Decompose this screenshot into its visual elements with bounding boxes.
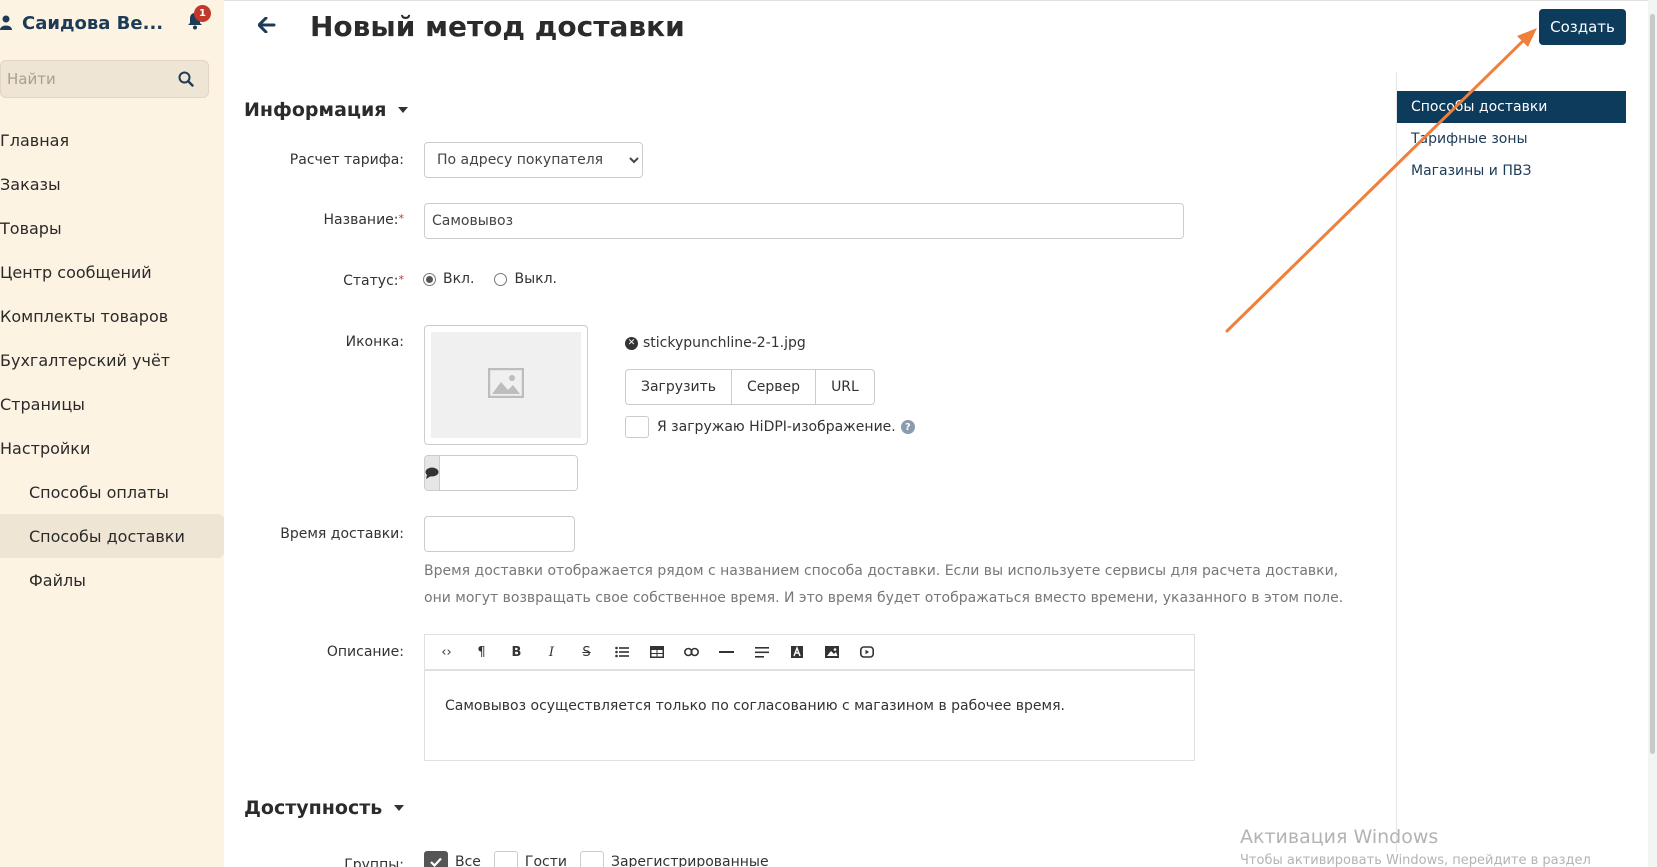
image-placeholder-icon <box>487 367 525 402</box>
horizontal-rule-icon[interactable] <box>709 637 744 667</box>
group-registered-checkbox[interactable] <box>579 851 604 867</box>
align-icon[interactable] <box>744 637 779 667</box>
windows-activation-watermark: Активация Windows Чтобы активировать Win… <box>1240 826 1591 867</box>
status-on-label[interactable]: Вкл. <box>443 271 474 287</box>
group-registered-label[interactable]: Зарегистрированные <box>611 854 769 867</box>
right-nav-tariff-zones[interactable]: Тарифные зоны <box>1397 123 1626 155</box>
name-input[interactable] <box>424 203 1184 239</box>
description-content[interactable]: Самовывоз осуществляется только по согла… <box>425 671 1194 741</box>
section-info-toggle[interactable]: Информация <box>244 99 409 121</box>
section-info-title: Информация <box>244 99 387 121</box>
top-divider <box>224 0 1657 1</box>
search-icon[interactable] <box>178 71 194 91</box>
windows-activation-subtitle: Чтобы активировать Windows, перейдите в … <box>1240 853 1591 867</box>
caret-down-icon <box>398 107 409 113</box>
name-label: Название:* <box>164 212 404 228</box>
status-radio-group: Вкл. Выкл. <box>423 271 577 287</box>
bullet-list-icon[interactable] <box>604 637 639 667</box>
icon-alt-input[interactable] <box>440 456 577 490</box>
strikethrough-icon[interactable]: S <box>569 637 604 667</box>
user-menu[interactable]: Саидова Ве... <box>0 8 210 38</box>
font-color-icon[interactable] <box>779 637 814 667</box>
remove-file-icon[interactable]: ✕ <box>625 336 638 350</box>
status-off-radio[interactable] <box>494 272 508 286</box>
file-name-row: ✕ stickypunchline-2-1.jpg <box>625 335 806 351</box>
name-label-text: Название: <box>323 212 399 228</box>
upload-button-group: Загрузить Сервер URL <box>625 369 875 405</box>
sidebar-item-orders[interactable]: Заказы <box>0 162 224 206</box>
user-name: Саидова Ве... <box>22 12 164 34</box>
user-icon <box>0 15 14 31</box>
sidebar-item-bundles[interactable]: Комплекты товаров <box>0 294 224 338</box>
back-arrow-icon[interactable] <box>257 16 276 37</box>
status-label: Статус:* <box>164 273 404 289</box>
delivery-time-label: Время доставки: <box>280 526 404 542</box>
sidebar: Саидова Ве... 1 Главная Заказы Товары Це… <box>0 0 224 867</box>
windows-activation-title: Активация Windows <box>1240 826 1439 848</box>
status-label-text: Статус: <box>343 273 399 289</box>
group-guests-checkbox[interactable] <box>493 851 518 867</box>
url-button[interactable]: URL <box>816 369 875 405</box>
upload-button[interactable]: Загрузить <box>625 369 733 405</box>
bold-icon[interactable]: B <box>499 637 534 667</box>
paragraph-icon[interactable]: ¶ <box>464 637 499 667</box>
description-editor: ‹› ¶ B I S Самовывоз осуществляется толь… <box>424 634 1195 761</box>
caret-down-icon <box>394 805 405 811</box>
delivery-time-hint: Время доставки отображается рядом с назв… <box>424 563 1344 606</box>
groups-checkboxes: Все Гости Зарегистрированные <box>424 851 782 867</box>
sidebar-item-pages[interactable]: Страницы <box>0 382 224 426</box>
required-mark: * <box>398 212 405 225</box>
icon-label: Иконка: <box>345 334 404 350</box>
tariff-label: Расчет тарифа: <box>289 152 404 168</box>
scrollbar-thumb[interactable] <box>1650 14 1655 754</box>
code-view-icon[interactable]: ‹› <box>429 637 464 667</box>
group-all-label[interactable]: Все <box>455 854 481 867</box>
delivery-time-input[interactable] <box>424 516 575 552</box>
file-name: stickypunchline-2-1.jpg <box>643 335 806 351</box>
create-button[interactable]: Создать <box>1539 9 1626 45</box>
link-icon[interactable] <box>674 637 709 667</box>
required-mark: * <box>398 273 405 286</box>
search-input[interactable] <box>1 61 171 97</box>
groups-label: Группы: <box>344 857 404 867</box>
server-button[interactable]: Сервер <box>732 369 817 405</box>
editor-toolbar: ‹› ¶ B I S <box>425 635 1194 671</box>
insert-image-icon[interactable] <box>814 637 849 667</box>
section-availability-title: Доступность <box>244 797 383 819</box>
insert-video-icon[interactable] <box>849 637 884 667</box>
table-icon[interactable] <box>639 637 674 667</box>
page-title: Новый метод доставки <box>310 10 685 43</box>
icon-alt-field <box>424 455 578 491</box>
icon-preview-area <box>431 332 581 438</box>
notification-badge: 1 <box>194 5 211 22</box>
hidpi-checkbox[interactable] <box>625 416 649 438</box>
icon-preview <box>424 325 588 445</box>
section-availability-toggle[interactable]: Доступность <box>244 797 405 819</box>
right-nav: Способы доставки Тарифные зоны Магазины … <box>1396 72 1626 852</box>
right-nav-delivery-methods[interactable]: Способы доставки <box>1397 91 1626 123</box>
group-guests-label[interactable]: Гости <box>525 854 567 867</box>
sidebar-item-settings[interactable]: Настройки <box>0 426 224 470</box>
hidpi-row: Я загружаю HiDPI-изображение. ? <box>625 416 915 438</box>
sidebar-item-payment-methods[interactable]: Способы оплаты <box>0 470 224 514</box>
search-box <box>0 60 209 98</box>
tariff-select[interactable]: По адресу покупателя <box>424 142 643 178</box>
group-all-checkbox[interactable] <box>424 851 448 867</box>
hidpi-label[interactable]: Я загружаю HiDPI-изображение. <box>657 419 896 435</box>
description-label: Описание: <box>326 644 404 660</box>
annotation-arrow-head <box>1517 28 1537 47</box>
comment-icon <box>425 456 440 490</box>
help-icon[interactable]: ? <box>900 420 915 434</box>
sidebar-item-files[interactable]: Файлы <box>0 558 224 602</box>
italic-icon[interactable]: I <box>534 637 569 667</box>
status-on-radio[interactable] <box>423 272 436 286</box>
status-off-label[interactable]: Выкл. <box>514 271 557 287</box>
right-nav-stores-pickup[interactable]: Магазины и ПВЗ <box>1397 155 1626 187</box>
